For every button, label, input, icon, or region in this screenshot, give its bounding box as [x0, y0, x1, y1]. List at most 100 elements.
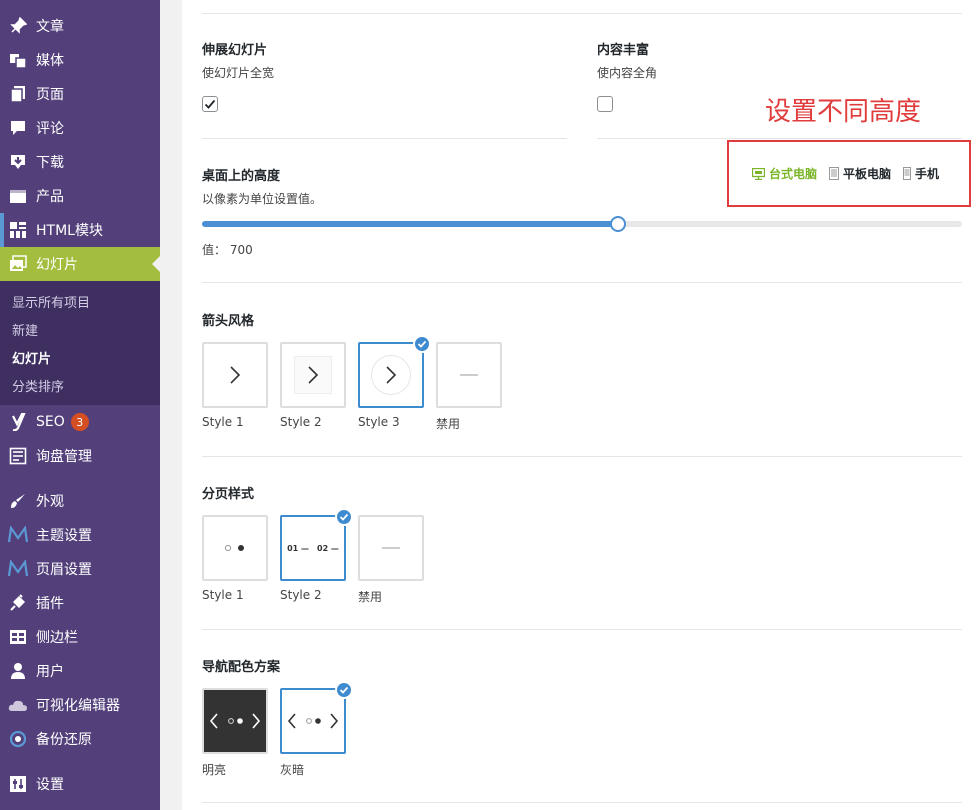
- menu-item-posts[interactable]: 文章: [0, 9, 160, 43]
- nav-preview-light-icon: [209, 713, 261, 729]
- nav-preview-dark-icon: [287, 713, 339, 729]
- mobile-icon: [903, 167, 912, 180]
- m-logo-icon: [8, 559, 28, 579]
- product-icon: [8, 186, 28, 206]
- annotation-text: 设置不同高度: [765, 97, 922, 127]
- full-content-desc: 使内容全角: [597, 66, 658, 80]
- menu-item-label: 插件: [36, 596, 64, 612]
- divider: [202, 456, 962, 457]
- divider: [202, 138, 567, 139]
- menu-item-label: 下载: [36, 155, 64, 171]
- menu-item-sidebars[interactable]: 侧边栏: [0, 620, 160, 654]
- checkmark-icon: [204, 99, 216, 109]
- pagination-style-title: 分页样式: [202, 487, 255, 502]
- divider: [202, 802, 962, 803]
- menu-item-visual-editor[interactable]: 可视化编辑器: [0, 688, 160, 722]
- numbered-pagination-preview: 01 — 02 —: [287, 544, 339, 553]
- nav-scheme-dark-option[interactable]: [280, 681, 353, 754]
- height-slider-handle[interactable]: [610, 216, 626, 232]
- submenu-category-order[interactable]: 分类排序: [0, 371, 160, 399]
- device-tab-label: 平板电脑: [843, 167, 892, 181]
- content-gutter: [160, 0, 182, 810]
- brush-icon: [8, 491, 28, 511]
- arrow-style-3-option[interactable]: [358, 335, 431, 408]
- m-logo-icon: [8, 525, 28, 545]
- pagination-style-label: Style 2: [280, 588, 322, 602]
- height-value-label: 值： 700: [202, 243, 253, 257]
- menu-item-header-settings[interactable]: 页眉设置: [0, 552, 160, 586]
- device-tab-mobile[interactable]: 手机: [903, 165, 939, 182]
- pagination-style-2-option[interactable]: 01 — 02 —: [280, 508, 353, 581]
- nav-scheme-light-option[interactable]: [202, 688, 268, 754]
- menu-item-label: 主题设置: [36, 528, 92, 544]
- disabled-dash-icon: [460, 374, 478, 376]
- device-tab-label: 手机: [915, 167, 940, 181]
- menu-item-seo[interactable]: SEO 3: [0, 405, 160, 439]
- arrow-style-1-option[interactable]: [202, 342, 268, 408]
- arrow-style-2-option[interactable]: [280, 342, 346, 408]
- full-content-checkbox[interactable]: [597, 96, 613, 112]
- menu-item-inquiries[interactable]: 询盘管理: [0, 439, 160, 473]
- user-icon: [8, 661, 28, 681]
- menu-item-media[interactable]: 媒体: [0, 43, 160, 77]
- menu-item-pages[interactable]: 页面: [0, 77, 160, 111]
- slides-icon: [8, 254, 28, 274]
- pin-icon: [8, 16, 28, 36]
- desktop-height-desc: 以像素为单位设置值。: [202, 192, 323, 206]
- menu-item-appearance[interactable]: 外观: [0, 484, 160, 518]
- stretch-slider-desc: 使幻灯片全宽: [202, 66, 275, 80]
- menu-item-slides[interactable]: 幻灯片: [0, 247, 160, 281]
- pagination-style-1-option[interactable]: [202, 515, 268, 581]
- yoast-icon: [8, 412, 28, 432]
- nav-scheme-label: 明亮: [202, 763, 227, 777]
- divider: [597, 138, 962, 139]
- menu-item-label: 可视化编辑器: [36, 698, 120, 714]
- menu-item-html-modules[interactable]: HTML模块: [0, 213, 160, 247]
- media-icon: [8, 50, 28, 70]
- pagination-style-label: Style 1: [202, 588, 244, 602]
- menu-item-plugins[interactable]: 插件: [0, 586, 160, 620]
- device-tab-tablet[interactable]: 平板电脑: [829, 165, 891, 182]
- arrow-box: [294, 356, 332, 394]
- pagination-number: 01 —: [287, 543, 309, 553]
- submenu-all-items[interactable]: 显示所有项目: [0, 287, 160, 315]
- menu-item-label: 侧边栏: [36, 630, 78, 646]
- nav-scheme-label: 灰暗: [280, 763, 305, 777]
- arrow-style-disabled-option[interactable]: [436, 342, 502, 408]
- pagination-number: 02 —: [317, 543, 339, 553]
- divider: [202, 629, 962, 630]
- device-tab-desktop[interactable]: 台式电脑: [752, 165, 817, 182]
- arrow-circle: [371, 355, 411, 395]
- comment-icon: [8, 118, 28, 138]
- arrow-style-title: 箭头风格: [202, 314, 255, 329]
- menu-item-downloads[interactable]: 下载: [0, 145, 160, 179]
- full-content-title: 内容丰富: [597, 43, 650, 58]
- slide-settings-panel: 伸展幻灯片 使幻灯片全宽 内容丰富 使内容全角 设置不同高度 桌面上的高度 以像…: [182, 0, 976, 810]
- tablet-icon: [829, 167, 840, 180]
- selected-check-icon: [335, 508, 353, 526]
- submenu-new[interactable]: 新建: [0, 315, 160, 343]
- nav-color-scheme-title: 导航配色方案: [202, 660, 281, 675]
- menu-item-backup[interactable]: 备份还原: [0, 722, 160, 756]
- seo-notification-badge: 3: [70, 413, 89, 431]
- disabled-dash-icon: [382, 547, 400, 549]
- submenu-slides[interactable]: 幻灯片: [0, 343, 160, 371]
- device-tab-label: 台式电脑: [769, 167, 818, 181]
- menu-item-products[interactable]: 产品: [0, 179, 160, 213]
- menu-item-settings[interactable]: 设置: [0, 767, 160, 801]
- menu-item-label: 用户: [36, 664, 64, 680]
- menu-item-label: 评论: [36, 121, 64, 137]
- arrow-style-label: 禁用: [436, 417, 461, 431]
- arrow-style-label: Style 1: [202, 415, 244, 429]
- desktop-height-title: 桌面上的高度: [202, 169, 281, 184]
- menu-item-label: 外观: [36, 494, 64, 510]
- menu-item-users[interactable]: 用户: [0, 654, 160, 688]
- pagination-disabled-option[interactable]: [358, 515, 424, 581]
- backup-icon: [8, 729, 28, 749]
- menu-item-label: 页面: [36, 87, 64, 103]
- menu-item-comments[interactable]: 评论: [0, 111, 160, 145]
- stretch-slider-checkbox[interactable]: [202, 96, 218, 112]
- menu-item-label: 备份还原: [36, 732, 92, 748]
- arrow-style-label: Style 2: [280, 415, 322, 429]
- menu-item-theme-settings[interactable]: 主题设置: [0, 518, 160, 552]
